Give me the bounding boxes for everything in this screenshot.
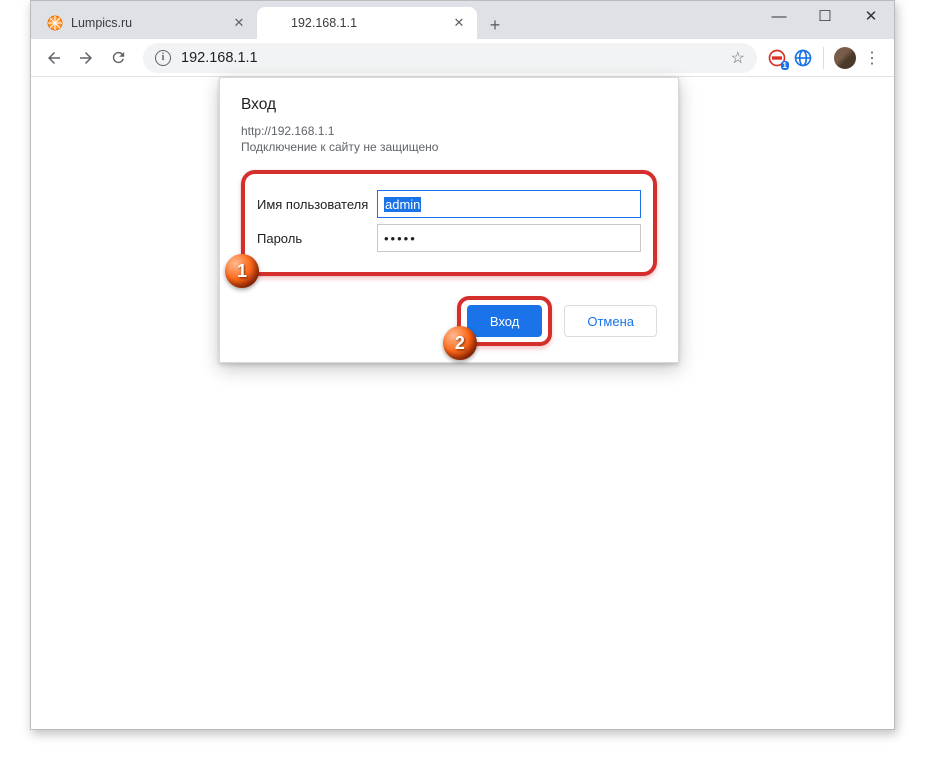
window-controls: — ☐ ✕: [756, 1, 894, 36]
address-text: 192.168.1.1: [181, 50, 721, 66]
dialog-warning: Подключение к сайту не защищено: [241, 140, 657, 154]
tab-lumpics[interactable]: Lumpics.ru ✕: [37, 7, 257, 39]
dialog-buttons: Вход 2 Отмена: [241, 296, 657, 346]
tab-title: 192.168.1.1: [291, 16, 443, 30]
cancel-button[interactable]: Отмена: [564, 305, 657, 337]
window-close-button[interactable]: ✕: [848, 1, 894, 31]
password-row: Пароль •••••: [257, 224, 641, 252]
username-value: admin: [384, 197, 421, 212]
close-icon[interactable]: ✕: [451, 15, 467, 31]
blank-favicon-icon: [267, 15, 283, 31]
password-input[interactable]: •••••: [377, 224, 641, 252]
minimize-button[interactable]: —: [756, 1, 802, 31]
auth-dialog: Вход http://192.168.1.1 Подключение к са…: [219, 77, 679, 363]
tab-router[interactable]: 192.168.1.1 ✕: [257, 7, 477, 39]
globe-icon[interactable]: [793, 48, 813, 68]
site-info-icon[interactable]: i: [155, 50, 171, 66]
password-label: Пароль: [257, 231, 377, 246]
dialog-url: http://192.168.1.1: [241, 124, 657, 138]
username-row: Имя пользователя admin: [257, 190, 641, 218]
toolbar: i 192.168.1.1 ☆ 1 ⋮: [31, 39, 894, 77]
reload-button[interactable]: [103, 43, 133, 73]
extension-icon[interactable]: 1: [767, 48, 787, 68]
new-tab-button[interactable]: +: [481, 11, 509, 39]
profile-avatar[interactable]: [834, 47, 856, 69]
credentials-highlight: Имя пользователя admin Пароль ••••• 1: [241, 170, 657, 276]
separator: [823, 47, 824, 69]
dialog-title: Вход: [241, 96, 657, 114]
maximize-button[interactable]: ☐: [802, 1, 848, 31]
address-bar[interactable]: i 192.168.1.1 ☆: [143, 43, 757, 73]
username-input[interactable]: admin: [377, 190, 641, 218]
annotation-badge-2: 2: [443, 326, 477, 360]
username-label: Имя пользователя: [257, 197, 377, 212]
forward-button[interactable]: [71, 43, 101, 73]
back-button[interactable]: [39, 43, 69, 73]
toolbar-right: 1 ⋮: [767, 47, 886, 69]
tab-title: Lumpics.ru: [71, 16, 223, 30]
browser-window: — ☐ ✕ Lumpics.ru ✕ 192.168.1.1 ✕ + i: [30, 0, 895, 730]
annotation-badge-1: 1: [225, 254, 259, 288]
orange-slice-icon: [47, 15, 63, 31]
password-value: •••••: [384, 231, 417, 246]
bookmark-star-icon[interactable]: ☆: [731, 48, 745, 68]
kebab-menu-icon[interactable]: ⋮: [862, 48, 882, 68]
login-highlight: Вход 2: [457, 296, 552, 346]
page-viewport: Вход http://192.168.1.1 Подключение к са…: [31, 77, 894, 729]
login-button[interactable]: Вход: [467, 305, 542, 337]
extension-badge-count: 1: [781, 61, 789, 70]
close-icon[interactable]: ✕: [231, 15, 247, 31]
